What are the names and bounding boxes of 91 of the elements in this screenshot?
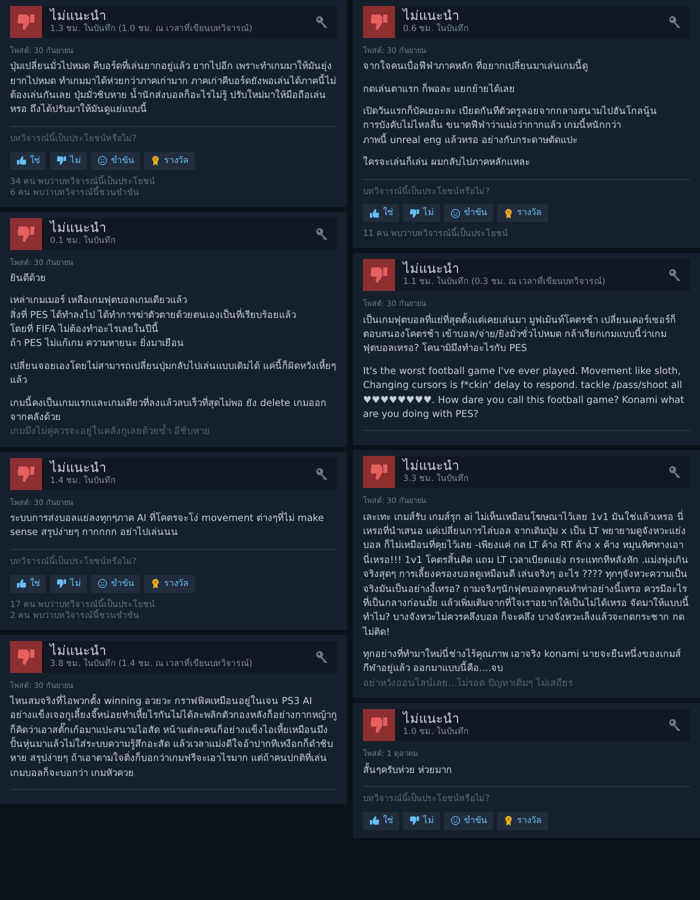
review-verdict: ไม่แนะนำ (50, 460, 106, 476)
award-icon (150, 578, 161, 590)
award-button[interactable]: รางวัล (497, 812, 548, 830)
thumbs-up-icon (16, 578, 27, 590)
thumbs-down-icon (363, 6, 395, 38)
thumbs-down-icon (363, 709, 395, 742)
thumbs-up-icon (16, 155, 27, 166)
review-text: ใครจะเล่นก็เล่น ผมกลับไปภาคหลักแหละ (363, 156, 532, 170)
smiley-icon (97, 578, 108, 590)
playtime-text: 3.8 ชม. ในบันทึก (1.4 ชม. ณ เวลาที่เขียนบทวิจารณ์) (50, 658, 252, 670)
thumbs-down-icon (10, 640, 42, 673)
thumbs-down-icon (56, 578, 67, 590)
thumbs-down-icon (409, 208, 420, 219)
review-text: เปิดวันแรกก็บัคเยอะละ เบียดกันทีตัวดรูลอยจากกลางสนามไปฮันโกลนู้น การบังคับไม่ไหลลื่น ขนาดฟีฟ่าว่าแม่งว่ากากแล้ว เกมนี้หนักกว่า ภาพนี้ unreal eng แล้วหรอ อย่างกับกระดาษตัดแปะ (363, 105, 658, 148)
helpful-question: บทวิจารณ์นี้เป็นประโยชน์หรือไม่? (363, 792, 491, 806)
review-text: ระบบการส่งบอลแย่ลงทุกๆภาค AI ที่โคตรจะโง่ movement ต่างๆที่ไม่ make sense สรุปง่ายๆ กากกกก อย่าไปเล่นนน (10, 512, 325, 540)
helpful-question: บทวิจารณ์นี้เป็นประโยชน์หรือไม่? (10, 132, 138, 146)
award-button[interactable]: รางวัล (497, 204, 548, 222)
review-verdict: ไม่แนะนำ (50, 644, 106, 659)
thumbs-up-icon (369, 208, 380, 219)
award-icon (150, 155, 161, 166)
review-verdict: ไม่แนะนำ (403, 9, 459, 24)
playtime-text: 1.4 ชม. ในบันทึก (50, 476, 116, 487)
key-icon (668, 718, 682, 732)
thumbs-down-icon (10, 6, 42, 38)
playtime-text: 1.3 ชม. ในบันทึก (1.0 ชม. ณ เวลาที่เขียนบทวิจารณ์) (50, 24, 252, 35)
review-text: ยินดีด้วย (10, 272, 47, 286)
yes-button[interactable]: ใช่ (10, 574, 46, 593)
review-text-fade: เกมมึงไม่คู่ควรจะอยู่ในคลังกูเลยด้วยซ้ำ อีชิบหาย (10, 425, 337, 439)
thumbs-up-icon (369, 815, 380, 826)
review-text: สั้นๆครับห่วย ห่วยมาก (363, 764, 454, 778)
review-verdict: ไม่แนะนำ (50, 9, 106, 24)
thumbs-down-icon (10, 458, 42, 490)
yes-button[interactable]: ใช่ (10, 152, 46, 170)
helpful-count: 11 คน พบว่าบทวิจารณ์นี้เป็นประโยชน์ (363, 229, 510, 240)
funny-button[interactable]: ขำขัน (444, 204, 493, 222)
helpful-count: 17 คน พบว่าบทวิจารณ์นี้เป็นประโยชน์ (10, 600, 156, 610)
yes-button[interactable]: ใช่ (363, 812, 399, 830)
review-text: กดเล่นตาแรก ก็พอละ แยกย้ายได้เลย (363, 82, 516, 97)
review-verdict: ไม่แนะนำ (403, 459, 459, 474)
review-text: ทุกอย่างที่ทำมาใหม่นี่ช่างไร้คุณภาพ เอาจริง konami นายจะยืนหนึ่งของเกมส์กีฬาอยู่แล้ว ออกมาแบบนี้คือ....จบ (363, 648, 682, 676)
key-icon (315, 226, 329, 241)
funny-button[interactable]: ขำขัน (91, 574, 140, 593)
thumbs-down-icon (409, 815, 420, 826)
no-button[interactable]: ไม่ (50, 152, 87, 170)
helpful-count: 6 คน พบว่าบทวิจารณ์นี้ชวนขำขัน (10, 188, 140, 199)
thumbs-down-icon (56, 155, 67, 166)
review-verdict: ไม่แนะนำ (50, 220, 106, 236)
key-icon (315, 650, 329, 664)
review-text: ไหนสมจริงที่ไอพวกตั้ง winning อวยวะ กราฟฟิคเหมือนอยู่ในเจน PS3 AI อย่างแข็งเจอกูเลี้ยงจี๊หน่อยทำเหี้ยไรกันไม่ได้ละพลิกตัวกองหลังก็อย่างกากหญ้ากูก็คิดว่าเอาสตั๊กเก้อมาแปะสนามไอสัด หน้าแต่ละคนก็อย่างแข็งไอเหี้ยเหมือนมึงปั้นหุ่นมาแล้วไม่ใส่ระบบความรู้สึกอะสัด แล้วเวลาแม่งดีใจอ้าปากทีเหงือกก็ดำชิบหาย สรุปง่ายๆ ถ้าเอาตามใจติ่งก็บอกว่าเกมฟรีจะเอาไรมาก แต่ถ้าคนปกติที่เล่นเกมบอลก็จะบอกว่า เกมหัวควย (10, 694, 337, 781)
key-icon (668, 268, 682, 282)
key-icon (315, 15, 329, 29)
smiley-icon (450, 815, 461, 826)
no-button[interactable]: ไม่ (403, 204, 440, 222)
review-text: It's the worst football game I've ever played. Movement like sloth, Changing cursors is f*ckin' delay to respond. tackle /pass/shoot all ♥♥♥♥♥♥♥♥. How dare you call this football game? Konami what are you doing with PES? (363, 364, 686, 422)
yes-button[interactable]: ใช่ (363, 204, 399, 222)
key-icon (668, 465, 682, 480)
review-text: เกมนี้คงเป็นเกมแรกและเกมเดียวที่ลงแล้วลบเร็วที่สุดไม่พอ ยัง delete เกมออกจากคลังด้วย (10, 396, 328, 424)
playtime-text: 1.1 ชม. ในบันทึก (0.3 ชม. ณ เวลาที่เขียนบทวิจารณ์) (403, 277, 606, 288)
review-verdict: ไม่แนะนำ (403, 262, 459, 278)
review-text: เหล่าเกมเมอร์ เหลือเกมฟุตบอลเกมเดียวแล้ว สิ่งที่ PES ได้ทำลงไป ได้ทำการฆ่าตัวตายด้วยตนเองเป็นที่เรียบร้อยแล้ว โดยที่ FIFA ไม่ต้องทำอะไรเลยในปีนี้ ถ้า PES ไม่แก้เกม ความหายนะ ยิ่งมาเยือน (10, 294, 298, 352)
playtime-text: 3.3 ชม. ในบันทึก (403, 474, 469, 486)
funny-button[interactable]: ขำขัน (91, 152, 140, 170)
no-button[interactable]: ไม่ (50, 574, 87, 593)
review-text: ปุ่มเปลี่ยนมั่วไปหมด คีบอร์ดที่เล่นยากอยู่แล้ว ยากไปอีก เพราะทำเกมมาให้มันยุ่งยากไปหมด ทำเกมมาได้ห่วยกว่าภาคเก่ามาก ภาคเก่าคีบอร์ดยังพอเล่นได้ภาคนี้ไม่ต้องเล่นกันเลย ปุ่มมั่วชิบหาย น้ำนักส่งบอลก็อะไรไม่รู้ ปรับใหม่มาให้มือถือเล่นหรอ ถึงได้ปรับมาให้มันดูแย่แบบนี้ (10, 60, 337, 118)
thumbs-down-icon (363, 456, 395, 488)
no-button[interactable]: ไม่ (403, 812, 440, 830)
review-verdict: ไม่แนะนำ (403, 712, 459, 728)
funny-button[interactable]: ขำขัน (444, 812, 493, 830)
smiley-icon (450, 208, 461, 219)
review-text: จากใจคนเบื่อฟีฟ่าภาคหลัก ที่อยากเปลี่ยนมาเล่นเกมนี้ดู (363, 60, 690, 75)
playtime-text: 1.0 ชม. ในบันทึก (403, 727, 469, 738)
playtime-text: 0.1 ชม. ในบันทึก (50, 236, 116, 247)
helpful-count: 2 คน พบว่าบทวิจารณ์นี้ชวนขำขัน (10, 610, 140, 622)
helpful-question: บทวิจารณ์นี้เป็นประโยชน์หรือไม่? (363, 186, 491, 198)
award-icon (503, 815, 514, 826)
review-text-fade: อย่าหวังออนไลน์เลย...ไม่รอด ปัญหาเดิมๆ ไม่เสถียร (363, 676, 574, 690)
thumbs-down-icon (363, 259, 395, 292)
helpful-count: 34 คน พบว่าบทวิจารณ์นี้เป็นประโยชน์ (10, 176, 156, 187)
key-icon (668, 15, 682, 29)
smiley-icon (97, 155, 108, 166)
thumbs-down-icon (10, 218, 42, 250)
award-button[interactable]: รางวัล (144, 152, 195, 170)
review-text: เละเทะ เกมส์รับ เกมส์รุก ai ไม่เห็นเหมือนโฆษณาไว้เลย 1v1 มันใช่แล้วเหรอ นี่เหรอที่นำเสนอ แค่เปลี่ยนการไล่บอล จากเดิมปุ่ม x เป็น LT พยายามดูจังหวะแย่งบอล ก็ไม่เหมือนที่คุยไว้เลย -เพียงแค่ กด LT ค้าง RT ค้าง x ค้าง หมุนทิศทางเอา นี่เหรอ!!! 1v1 โคตรสิ้นคิด แถม LT เวลาเบียดแย่ง กระแทกทีหลังหัก .แม่งพุ่งเกินจริงสุดๆ การเลี้ยงครองบอลดูเหมือนดี เล่นจริงๆ อะไร ???? ทุกๆจังหวะความเป็นจริงมันเป็นอย่างงี้เหรอ? ถามจริงๆนักฟุตบอลทุกคนทำท่าอย่างนี้เหรอ ควรมีอะไรที่เป็นกลางก่อนมั้ย แล้วเพิ่มเติมจากที่ใจเราอยากให้เป็นไม่ได้เหรอ จัดมาให้แบบนี้ทำไม? บางจังหวะไม่ควรคลึงบอล ก็จะคลึง บางจังหวะเล็งแล้วจะกดกระชาก กดไม่ติด! (363, 510, 690, 640)
key-icon (315, 466, 329, 481)
review-text: เป็นเกมฟุตบอลที่แย่ที่สุดตั้งแต่เคยเล่นมา มูฟเม้นท์โคตรช้า เปลี่ยนเคอร์เซอร์ก็ตอบสนองโคตรช้า เข้าบอล/จ่าย/ยิงมั่วซั่วไปหมด กล้าเรียกเกมแบบนี้ว่าเกมฟุตบอลเหรอ? โคนามิมึงทำอะไรกับ PES (363, 314, 678, 356)
award-icon (503, 208, 514, 219)
helpful-question: บทวิจารณ์นี้เป็นประโยชน์หรือไม่? (10, 556, 138, 569)
review-text: เปลี่ยนจอยเองโดยไม่สามารถเปลี่ยนปุ่มกลับไปเล่นแบบเดิมได้ แค่นี้ก็ผิดหวังเหี้ยๆแล้ว (10, 360, 337, 388)
award-button[interactable]: รางวัล (144, 574, 195, 593)
playtime-text: 0.6 ชม. ในบันทึก (403, 24, 469, 35)
